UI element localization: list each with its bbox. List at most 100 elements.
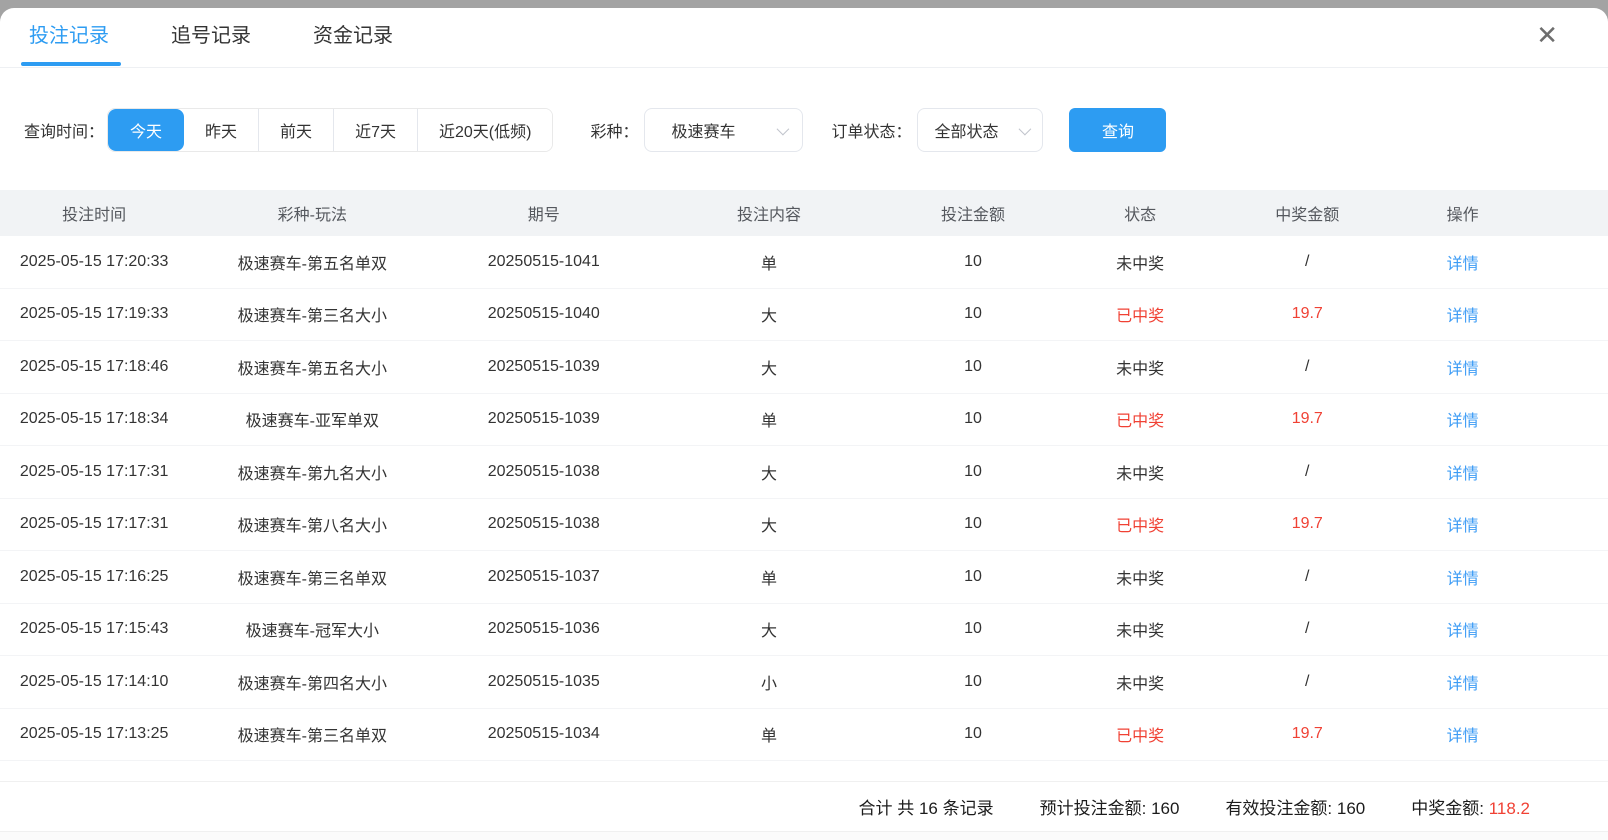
detail-link[interactable]: 详情 bbox=[1447, 308, 1479, 325]
cell-prize-amount: / bbox=[1221, 673, 1394, 691]
cell-bet-time: 2025-05-15 17:18:46 bbox=[0, 358, 188, 376]
cell-bet-time: 2025-05-15 17:15:43 bbox=[0, 620, 188, 638]
cell-action: 详情 bbox=[1394, 302, 1532, 326]
cell-lottery-play: 极速赛车-亚军单双 bbox=[188, 407, 436, 431]
cell-status: 未中奖 bbox=[1059, 670, 1221, 694]
table-header-row: 投注时间彩种-玩法期号投注内容投注金额状态中奖金额操作 bbox=[0, 190, 1608, 236]
cell-bet-content: 单 bbox=[651, 565, 886, 589]
summary-prize-label: 中奖金额: bbox=[1411, 799, 1484, 818]
cell-prize-amount: / bbox=[1221, 253, 1394, 271]
cell-status: 未中奖 bbox=[1059, 617, 1221, 641]
cell-action: 详情 bbox=[1394, 250, 1532, 274]
cell-action: 详情 bbox=[1394, 670, 1532, 694]
cell-bet-amount: 10 bbox=[887, 515, 1060, 533]
cell-bet-amount: 10 bbox=[887, 568, 1060, 586]
cell-lottery-play: 极速赛车-第四名大小 bbox=[188, 670, 436, 694]
cell-prize-amount: / bbox=[1221, 463, 1394, 481]
query-time-label: 查询时间： bbox=[24, 118, 104, 142]
cell-issue-number: 20250515-1037 bbox=[436, 568, 651, 586]
detail-link[interactable]: 详情 bbox=[1447, 413, 1479, 430]
time-filter-option-0[interactable]: 今天 bbox=[108, 109, 184, 151]
table-row: 2025-05-15 17:16:25极速赛车-第三名单双20250515-10… bbox=[0, 551, 1608, 604]
cell-status: 未中奖 bbox=[1059, 565, 1221, 589]
tab-chase-records[interactable]: 追号记录 bbox=[171, 8, 251, 68]
cell-prize-amount: / bbox=[1221, 568, 1394, 586]
tab-bar: 投注记录 追号记录 资金记录 ✕ bbox=[0, 8, 1608, 68]
lottery-select-value: 极速赛车 bbox=[671, 118, 735, 142]
cell-prize-amount: 19.7 bbox=[1221, 305, 1394, 323]
cell-bet-content: 大 bbox=[651, 512, 886, 536]
column-header-5: 状态 bbox=[1059, 201, 1221, 225]
table-row: 2025-05-15 17:18:46极速赛车-第五名大小20250515-10… bbox=[0, 341, 1608, 394]
cell-lottery-play: 极速赛车-第八名大小 bbox=[188, 512, 436, 536]
cell-status: 未中奖 bbox=[1059, 250, 1221, 274]
column-header-6: 中奖金额 bbox=[1221, 201, 1394, 225]
cell-bet-amount: 10 bbox=[887, 673, 1060, 691]
cell-status: 未中奖 bbox=[1059, 355, 1221, 379]
cell-issue-number: 20250515-1039 bbox=[436, 358, 651, 376]
cell-bet-time: 2025-05-15 17:13:25 bbox=[0, 725, 188, 743]
records-table: 投注时间彩种-玩法期号投注内容投注金额状态中奖金额操作 2025-05-15 1… bbox=[0, 190, 1608, 761]
detail-link[interactable]: 详情 bbox=[1447, 728, 1479, 745]
query-button[interactable]: 查询 bbox=[1069, 108, 1166, 152]
cell-bet-content: 大 bbox=[651, 302, 886, 326]
time-filter-option-1[interactable]: 昨天 bbox=[184, 109, 258, 151]
time-filter-option-4[interactable]: 近20天(低频) bbox=[417, 109, 552, 151]
cell-lottery-play: 极速赛车-第五名单双 bbox=[188, 250, 436, 274]
cell-bet-amount: 10 bbox=[887, 410, 1060, 428]
cell-bet-content: 大 bbox=[651, 617, 886, 641]
column-header-2: 期号 bbox=[436, 201, 651, 225]
cell-bet-time: 2025-05-15 17:17:31 bbox=[0, 463, 188, 481]
table-row: 2025-05-15 17:15:43极速赛车-冠军大小20250515-103… bbox=[0, 604, 1608, 657]
cell-lottery-play: 极速赛车-第三名单双 bbox=[188, 565, 436, 589]
cell-bet-time: 2025-05-15 17:17:31 bbox=[0, 515, 188, 533]
records-modal: 投注记录 追号记录 资金记录 ✕ 查询时间： 今天昨天前天近7天近20天(低频)… bbox=[0, 8, 1608, 840]
cell-status: 已中奖 bbox=[1059, 407, 1221, 431]
cell-prize-amount: 19.7 bbox=[1221, 410, 1394, 428]
cell-bet-content: 大 bbox=[651, 355, 886, 379]
cell-prize-amount: 19.7 bbox=[1221, 725, 1394, 743]
cell-status: 已中奖 bbox=[1059, 512, 1221, 536]
modal-footer-edge bbox=[0, 832, 1608, 840]
table-row: 2025-05-15 17:18:34极速赛车-亚军单双20250515-103… bbox=[0, 394, 1608, 447]
tab-bet-records[interactable]: 投注记录 bbox=[29, 8, 109, 68]
table-row: 2025-05-15 17:19:33极速赛车-第三名大小20250515-10… bbox=[0, 289, 1608, 342]
cell-bet-time: 2025-05-15 17:19:33 bbox=[0, 305, 188, 323]
tab-fund-records[interactable]: 资金记录 bbox=[313, 8, 393, 68]
cell-bet-amount: 10 bbox=[887, 463, 1060, 481]
detail-link[interactable]: 详情 bbox=[1447, 256, 1479, 273]
column-header-7: 操作 bbox=[1394, 201, 1532, 225]
detail-link[interactable]: 详情 bbox=[1447, 676, 1479, 693]
time-filter-option-3[interactable]: 近7天 bbox=[333, 109, 417, 151]
cell-bet-time: 2025-05-15 17:14:10 bbox=[0, 673, 188, 691]
summary-expected-amount: 预计投注金额: 160 bbox=[1040, 794, 1180, 819]
cell-lottery-play: 极速赛车-第三名单双 bbox=[188, 722, 436, 746]
cell-issue-number: 20250515-1036 bbox=[436, 620, 651, 638]
cell-action: 详情 bbox=[1394, 722, 1532, 746]
detail-link[interactable]: 详情 bbox=[1447, 361, 1479, 378]
column-header-0: 投注时间 bbox=[0, 201, 188, 225]
cell-prize-amount: / bbox=[1221, 358, 1394, 376]
lottery-select[interactable]: 极速赛车 bbox=[644, 108, 803, 152]
order-status-select[interactable]: 全部状态 bbox=[917, 108, 1043, 152]
detail-link[interactable]: 详情 bbox=[1447, 466, 1479, 483]
cell-bet-amount: 10 bbox=[887, 620, 1060, 638]
detail-link[interactable]: 详情 bbox=[1447, 571, 1479, 588]
column-header-3: 投注内容 bbox=[651, 201, 886, 225]
table-row: 2025-05-15 17:13:25极速赛车-第三名单双20250515-10… bbox=[0, 709, 1608, 762]
detail-link[interactable]: 详情 bbox=[1447, 623, 1479, 640]
cell-issue-number: 20250515-1034 bbox=[436, 725, 651, 743]
time-filter-option-2[interactable]: 前天 bbox=[258, 109, 333, 151]
cell-issue-number: 20250515-1035 bbox=[436, 673, 651, 691]
summary-prize-value: 118.2 bbox=[1489, 799, 1530, 818]
close-icon[interactable]: ✕ bbox=[1536, 22, 1558, 48]
summary-bar: 合计 共 16 条记录 预计投注金额: 160 有效投注金额: 160 中奖金额… bbox=[0, 781, 1608, 832]
cell-prize-amount: 19.7 bbox=[1221, 515, 1394, 533]
cell-prize-amount: / bbox=[1221, 620, 1394, 638]
chevron-down-icon bbox=[1019, 122, 1032, 135]
cell-bet-content: 小 bbox=[651, 670, 886, 694]
cell-bet-amount: 10 bbox=[887, 358, 1060, 376]
order-status-select-value: 全部状态 bbox=[934, 118, 998, 142]
cell-lottery-play: 极速赛车-冠军大小 bbox=[188, 617, 436, 641]
detail-link[interactable]: 详情 bbox=[1447, 518, 1479, 535]
